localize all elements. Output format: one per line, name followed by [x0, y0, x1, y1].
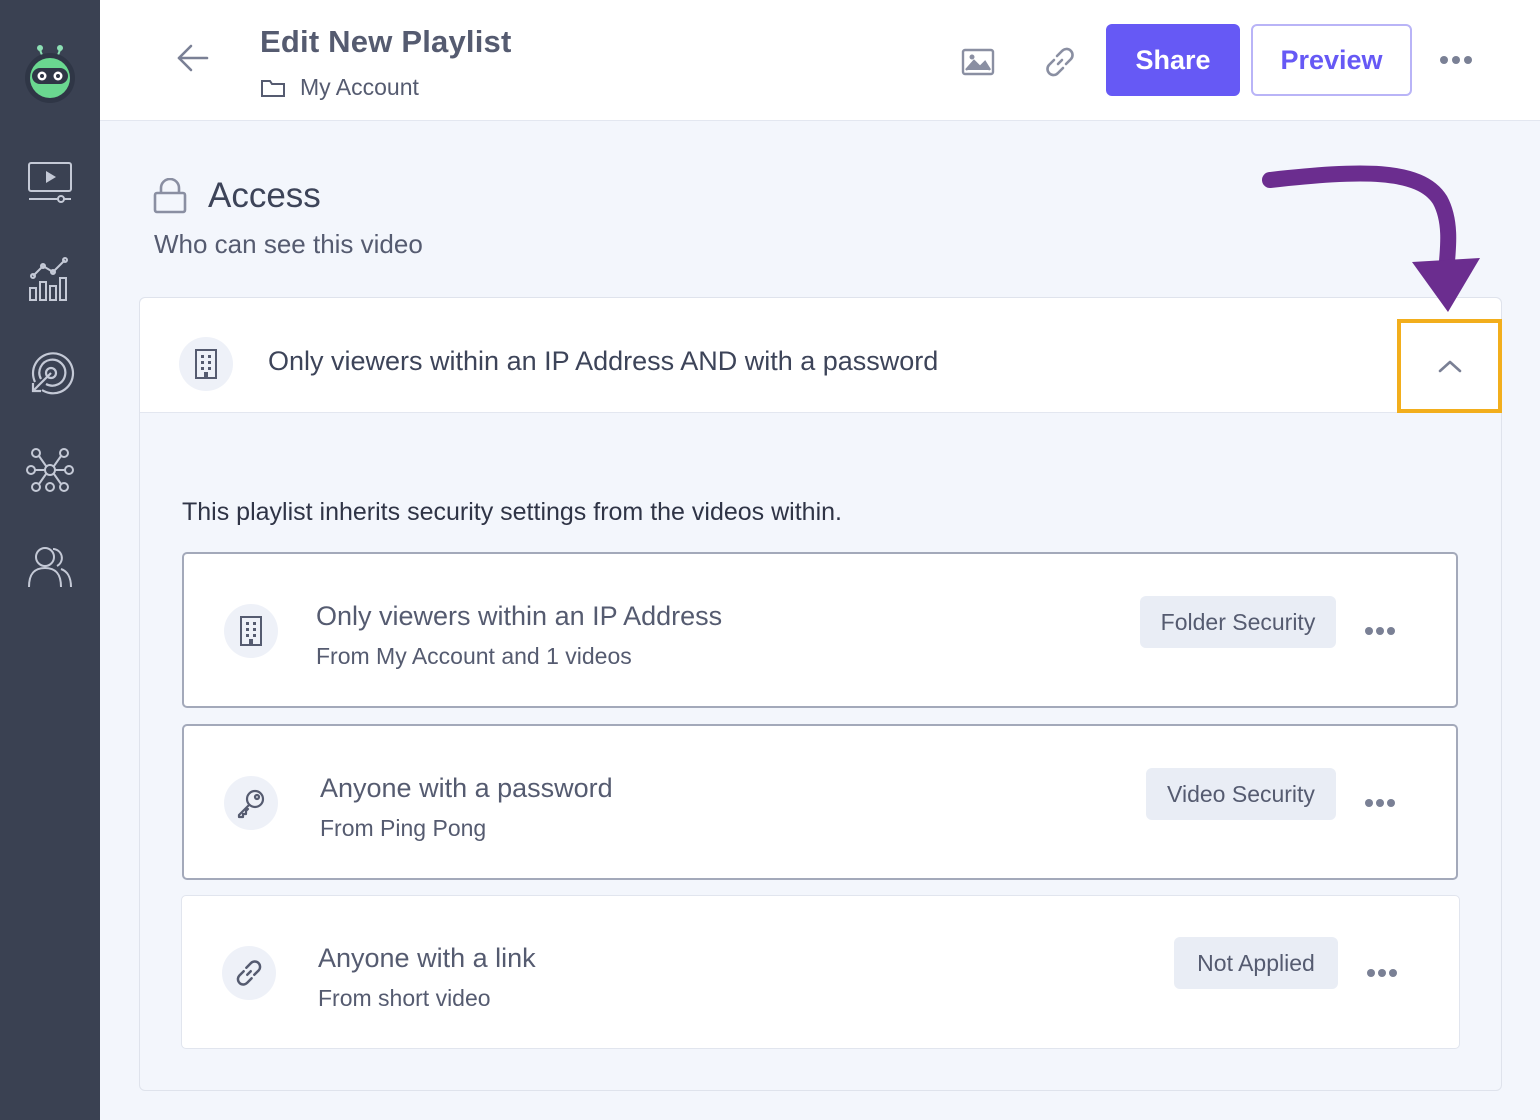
- rule-source: From Ping Pong: [320, 815, 487, 841]
- section-title: Access: [208, 176, 321, 215]
- preview-button[interactable]: Preview: [1251, 24, 1412, 96]
- inherit-note: This playlist inherits security settings…: [182, 498, 842, 526]
- more-options-icon[interactable]: [1362, 958, 1402, 988]
- link-icon[interactable]: [1036, 38, 1084, 86]
- video-library-icon[interactable]: [22, 154, 78, 210]
- lock-icon: [152, 177, 188, 219]
- thumbnail-image-icon[interactable]: [954, 38, 1002, 86]
- rule-title: Anyone with a password: [320, 773, 613, 803]
- building-icon: [224, 604, 278, 658]
- share-button[interactable]: Share: [1106, 24, 1240, 96]
- link-icon: [222, 946, 276, 1000]
- status-badge: Folder Security: [1140, 596, 1336, 648]
- folder-icon: [261, 79, 285, 97]
- section-subtitle: Who can see this video: [154, 229, 423, 259]
- security-rule-row[interactable]: Only viewers within an IP Address From M…: [182, 552, 1458, 708]
- more-options-icon[interactable]: [1434, 40, 1478, 80]
- access-selector[interactable]: Only viewers within an IP Address AND wi…: [140, 298, 1501, 413]
- back-arrow-icon[interactable]: [174, 38, 212, 78]
- sidebar: [0, 0, 100, 1120]
- selected-access-label: Only viewers within an IP Address AND wi…: [268, 346, 939, 376]
- breadcrumb-label: My Account: [300, 74, 419, 100]
- target-icon[interactable]: [22, 346, 78, 402]
- security-rule-row[interactable]: Anyone with a link From short video Not …: [181, 895, 1460, 1049]
- building-icon: [179, 337, 233, 391]
- status-badge: Not Applied: [1174, 937, 1338, 989]
- more-options-icon[interactable]: [1360, 788, 1400, 818]
- analytics-icon[interactable]: [22, 251, 78, 307]
- users-icon[interactable]: [22, 538, 78, 594]
- top-header: Edit New Playlist My Account Share Previ…: [100, 0, 1540, 121]
- more-options-icon[interactable]: [1360, 616, 1400, 646]
- key-icon: [224, 776, 278, 830]
- robot-logo[interactable]: [22, 42, 78, 104]
- status-badge: Video Security: [1146, 768, 1336, 820]
- rule-title: Only viewers within an IP Address: [316, 601, 723, 631]
- integrations-icon[interactable]: [22, 442, 78, 498]
- collapse-toggle[interactable]: [1397, 319, 1502, 413]
- breadcrumb[interactable]: My Account: [260, 74, 419, 101]
- rule-source: From My Account and 1 videos: [316, 643, 632, 669]
- page-title: Edit New Playlist: [260, 24, 512, 59]
- rule-title: Anyone with a link: [318, 943, 536, 973]
- rule-source: From short video: [318, 985, 491, 1011]
- security-rule-row[interactable]: Anyone with a password From Ping Pong Vi…: [182, 724, 1458, 880]
- chevron-up-icon: [1438, 360, 1461, 373]
